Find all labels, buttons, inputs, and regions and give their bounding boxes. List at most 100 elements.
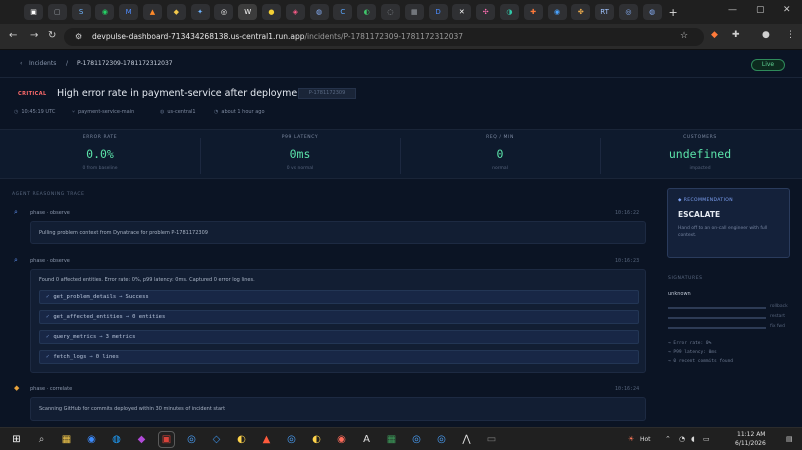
tool-name: query_metrics: [53, 334, 97, 340]
browser-tab-favicon-icon[interactable]: ▦: [404, 4, 424, 20]
site-info-icon[interactable]: ⚙: [75, 32, 82, 41]
taskbar-search-icon[interactable]: ⌕: [34, 432, 49, 447]
browser-tab-favicon-icon[interactable]: D: [428, 4, 448, 20]
tool-result: 0 lines: [95, 354, 119, 360]
address-bar[interactable]: ⚙ devpulse-dashboard-713434268138.us-cen…: [64, 28, 704, 46]
new-tab-button[interactable]: +: [669, 6, 678, 19]
browser-tab-favicon-icon[interactable]: ●: [261, 4, 281, 20]
side-panel-header: SIGNATURES: [668, 276, 703, 281]
browser-tab-favicon-icon[interactable]: ✚: [523, 4, 543, 20]
taskbar-app-icon[interactable]: ◎: [184, 432, 199, 447]
meta-time-text: 10:45:19 UTC: [21, 109, 56, 115]
extensions-puzzle-icon[interactable]: ✚: [732, 30, 740, 40]
metric-value: 0ms: [289, 147, 311, 161]
check-icon: ✓: [46, 294, 50, 300]
step-text: Scanning GitHub for commits deployed wit…: [39, 406, 226, 412]
weather-text[interactable]: Hot: [640, 436, 651, 443]
taskbar-app-icon[interactable]: ◐: [309, 432, 324, 447]
metric-value: 0.0%: [86, 147, 114, 161]
breadcrumb-back-icon[interactable]: ‹: [20, 60, 22, 67]
side-summary-line: → P99 latency: 0ms: [668, 350, 717, 355]
browser-menu-icon[interactable]: ⋮: [786, 30, 795, 40]
browser-tab-favicon-icon[interactable]: ◉: [547, 4, 567, 20]
forward-icon[interactable]: →: [30, 30, 38, 41]
browser-tab-favicon-icon[interactable]: ✣: [476, 4, 496, 20]
browser-tab-favicon-icon[interactable]: RT: [595, 4, 615, 20]
taskbar-app-icon[interactable]: ◉: [84, 432, 99, 447]
browser-tab-favicon-icon[interactable]: ◌: [380, 4, 400, 20]
arrow-right-icon: →: [99, 334, 103, 340]
volume-icon[interactable]: ◖: [691, 435, 695, 443]
taskbar-app-icon[interactable]: ⋀: [459, 432, 474, 447]
arrow-right-icon: →: [125, 314, 130, 320]
back-icon[interactable]: ←: [9, 30, 17, 41]
taskbar-app-icon[interactable]: ◎: [284, 432, 299, 447]
maximize-icon[interactable]: ▢: [756, 5, 765, 15]
metric-label: REQ / MIN: [486, 135, 514, 140]
browser-tab-favicon-icon[interactable]: ◑: [499, 4, 519, 20]
taskbar-app-icon[interactable]: ◇: [209, 432, 224, 447]
browser-tab-favicon-icon[interactable]: ▲: [142, 4, 162, 20]
meta-age: ◔ about 1 hour ago: [214, 109, 265, 115]
browser-tab-favicon-icon[interactable]: ◍: [642, 4, 662, 20]
minimize-icon[interactable]: —: [728, 5, 737, 15]
step-timestamp: 10:16:24: [615, 386, 640, 392]
bookmark-star-icon[interactable]: ☆: [680, 31, 688, 41]
browser-tab-favicon-icon[interactable]: S: [71, 4, 91, 20]
battery-icon[interactable]: ▭: [703, 435, 710, 443]
taskbar-app-icon[interactable]: ◎: [409, 432, 424, 447]
step-card: Scanning GitHub for commits deployed wit…: [30, 397, 646, 421]
taskbar-app-icon[interactable]: ▣: [158, 431, 175, 448]
taskbar-app-icon[interactable]: ▦: [384, 432, 399, 447]
browser-tab-favicon-icon[interactable]: ◎: [214, 4, 234, 20]
tray-chevron-icon[interactable]: ⌃: [665, 435, 671, 443]
taskbar-app-icon[interactable]: ◐: [234, 432, 249, 447]
metric-sub: normal: [492, 166, 508, 171]
meta-service: ⑂ payment-service-main: [72, 109, 134, 115]
taskbar-date[interactable]: 6/11/2026: [735, 440, 766, 447]
taskbar-app-icon[interactable]: ◎: [434, 432, 449, 447]
browser-tab-favicon-icon[interactable]: ▢: [47, 4, 67, 20]
incident-page: ‹ Incidents / P-1781172309-1781172312037…: [0, 51, 802, 427]
close-window-icon[interactable]: ✕: [783, 5, 791, 15]
profile-avatar-icon[interactable]: ●: [762, 30, 770, 40]
notification-icon[interactable]: ▤: [786, 435, 793, 443]
taskbar-app-icon[interactable]: ▦: [59, 432, 74, 447]
metric-customers: CUSTOMERS undefined impacted: [600, 130, 800, 180]
browser-tab-favicon-icon[interactable]: ✕: [452, 4, 472, 20]
tool-call-row[interactable]: ✓ get_problem_details → Success: [39, 290, 639, 304]
browser-tab-strip: ▣ ▢ S ◉ M ▲ ◆ ✦ ◎ W ● ◈ ◍ C ◐ ◌ ▦ D ✕ ✣ ◑ ✚ ◉ ✤ RT ◎ ◍ +: [0, 0, 802, 24]
browser-tab-favicon-icon[interactable]: ◐: [357, 4, 377, 20]
tool-call-row[interactable]: ✓ fetch_logs → 0 lines: [39, 350, 639, 364]
browser-tab-favicon-icon[interactable]: W: [238, 4, 258, 20]
browser-tab-favicon-icon[interactable]: C: [333, 4, 353, 20]
browser-tab-favicon-icon[interactable]: ✤: [571, 4, 591, 20]
taskbar-app-icon[interactable]: A: [359, 432, 374, 447]
step-phase-label: phase · observe: [30, 258, 70, 264]
wifi-icon[interactable]: ◔: [679, 435, 685, 443]
extension-icon[interactable]: ◆: [711, 30, 718, 40]
browser-tab-favicon-icon[interactable]: ◎: [618, 4, 638, 20]
reload-icon[interactable]: ↻: [48, 30, 56, 41]
breadcrumb-separator: /: [66, 60, 69, 67]
tool-call-row[interactable]: ✓ query_metrics → 3 metrics: [39, 330, 639, 344]
taskbar-app-icon[interactable]: ◍: [109, 432, 124, 447]
taskbar-app-icon[interactable]: ◉: [334, 432, 349, 447]
taskbar-time[interactable]: 11:12 AM: [737, 431, 765, 438]
breadcrumb-incidents-link[interactable]: Incidents: [29, 60, 56, 67]
browser-tab-favicon-icon[interactable]: ◈: [285, 4, 305, 20]
browser-tab-favicon-icon[interactable]: ◉: [95, 4, 115, 20]
browser-tab-favicon-icon[interactable]: M: [119, 4, 139, 20]
taskbar-app-icon[interactable]: ▲: [259, 432, 274, 447]
taskbar-app-icon[interactable]: ▭: [484, 432, 499, 447]
taskbar-app-icon[interactable]: ◆: [134, 432, 149, 447]
metric-label: ERROR RATE: [82, 135, 118, 140]
incident-id-pill[interactable]: P-1781172309: [298, 88, 356, 99]
browser-tab-favicon-icon[interactable]: ✦: [190, 4, 210, 20]
start-menu-icon[interactable]: ⊞: [9, 432, 24, 447]
browser-tab-favicon-icon[interactable]: ◆: [166, 4, 186, 20]
side-summary-line: → Error rate: 0%: [668, 341, 712, 346]
tool-call-row[interactable]: ✓ get_affected_entities → 0 entities: [39, 310, 639, 324]
browser-tab-favicon-icon[interactable]: ▣: [24, 4, 43, 20]
browser-tab-favicon-icon[interactable]: ◍: [309, 4, 329, 20]
